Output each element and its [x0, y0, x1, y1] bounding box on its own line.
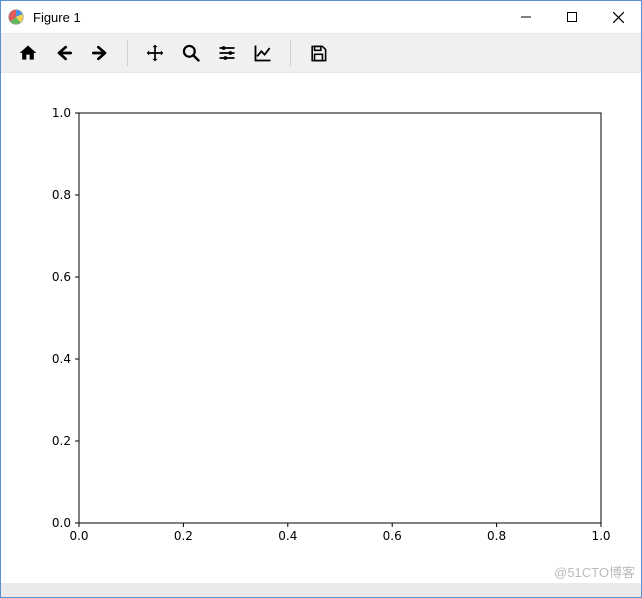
svg-text:0.4: 0.4: [52, 352, 71, 366]
chart-line-icon: [253, 43, 273, 63]
pan-button[interactable]: [140, 38, 170, 68]
home-icon: [18, 43, 38, 63]
back-button[interactable]: [49, 38, 79, 68]
toolbar: [1, 33, 641, 73]
figure-canvas[interactable]: 0.0 0.2 0.4 0.6 0.8 1.0 0.0 0.2 0.4 0.6 0.8 1.0 @51…: [1, 73, 641, 583]
titlebar: Figure 1: [1, 1, 641, 33]
save-icon: [309, 44, 328, 63]
close-button[interactable]: [595, 1, 641, 33]
svg-text:0.2: 0.2: [52, 434, 71, 448]
svg-text:0.4: 0.4: [278, 529, 297, 543]
svg-text:1.0: 1.0: [591, 529, 610, 543]
minimize-button[interactable]: [503, 1, 549, 33]
toolbar-separator: [127, 40, 128, 66]
svg-text:0.0: 0.0: [52, 516, 71, 530]
move-icon: [145, 43, 165, 63]
zoom-icon: [181, 43, 201, 63]
plot-axes: 0.0 0.2 0.4 0.6 0.8 1.0 0.0 0.2 0.4 0.6 0.8 1.0: [1, 73, 641, 583]
svg-text:0.6: 0.6: [383, 529, 402, 543]
maximize-button[interactable]: [549, 1, 595, 33]
app-icon: [7, 8, 25, 26]
sliders-icon: [217, 43, 237, 63]
svg-text:0.2: 0.2: [174, 529, 193, 543]
zoom-button[interactable]: [176, 38, 206, 68]
minimize-icon: [521, 12, 531, 22]
save-button[interactable]: [303, 38, 333, 68]
maximize-icon: [567, 12, 577, 22]
svg-text:0.0: 0.0: [69, 529, 88, 543]
forward-button[interactable]: [85, 38, 115, 68]
home-button[interactable]: [13, 38, 43, 68]
edit-axis-button[interactable]: [248, 38, 278, 68]
forward-arrow-icon: [90, 43, 110, 63]
close-icon: [613, 12, 624, 23]
status-bar: [1, 583, 641, 597]
svg-text:0.8: 0.8: [52, 188, 71, 202]
configure-subplots-button[interactable]: [212, 38, 242, 68]
toolbar-separator: [290, 40, 291, 66]
watermark-text: @51CTO博客: [554, 562, 635, 581]
svg-text:1.0: 1.0: [52, 106, 71, 120]
back-arrow-icon: [54, 43, 74, 63]
window-controls: [503, 1, 641, 33]
svg-text:0.6: 0.6: [52, 270, 71, 284]
window-title: Figure 1: [33, 10, 503, 25]
svg-text:0.8: 0.8: [487, 529, 506, 543]
